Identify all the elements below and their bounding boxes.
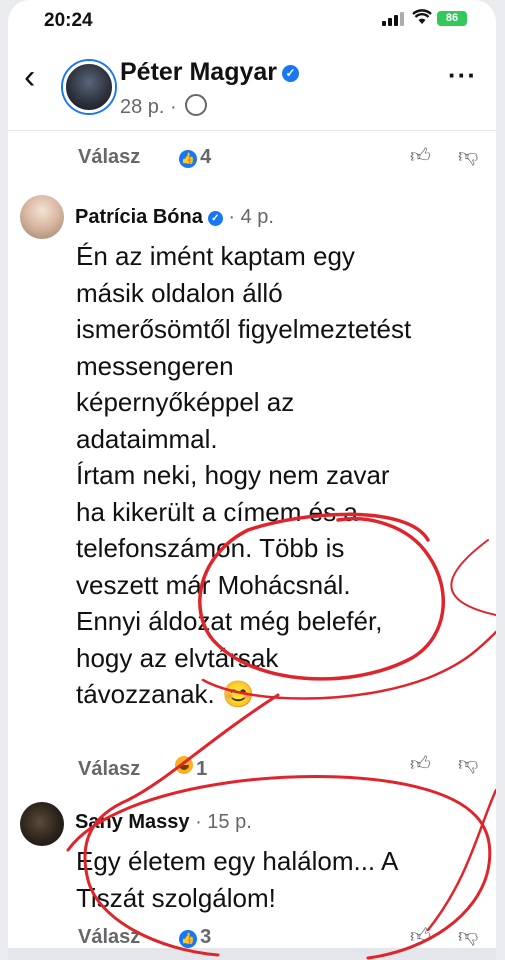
reply-button[interactable]: Válasz	[78, 926, 140, 948]
comment-line: Egy életem egy halálom... A	[76, 846, 399, 876]
comment-text: Én az imént kaptam egy másik oldalon áll…	[76, 238, 411, 713]
bottom-bar	[8, 948, 496, 960]
verified-badge-icon: ✓	[282, 65, 300, 82]
dislike-icon[interactable]: 👎︎	[458, 752, 478, 776]
comment-time: · 15 p.	[195, 811, 252, 833]
dislike-icon[interactable]: 👎︎	[458, 144, 478, 168]
comment-author[interactable]: Patrícia Bóna ✓ · 4 p.	[75, 206, 274, 229]
comment-line: Írtam neki, hogy nem zavar	[76, 460, 390, 490]
status-time: 20:24	[44, 10, 93, 31]
signal-icon	[382, 12, 404, 26]
avatar[interactable]	[20, 195, 64, 239]
comment-line: messengeren	[76, 350, 234, 381]
divider	[8, 130, 496, 131]
like-reaction-icon: 👍	[179, 150, 198, 168]
comment-line: adataimmal.	[76, 423, 218, 454]
verified-badge-icon: ✓	[207, 211, 223, 226]
comment-line: telefonszámon. Több is	[76, 533, 345, 563]
post-meta: 28 p. ·	[120, 94, 208, 119]
globe-icon	[185, 94, 208, 116]
post-header: ‹ Péter Magyar ✓ 28 p. · ···	[8, 50, 496, 128]
comment-line: ha kikerült a címem és a	[76, 496, 358, 527]
wifi-icon	[412, 9, 432, 24]
like-reaction-icon: 👍	[179, 930, 198, 948]
like-icon[interactable]: 👍︎	[410, 144, 431, 168]
comment-line: Ennyi áldozat még belefér,	[76, 606, 383, 636]
comment-time: · 4 p.	[228, 206, 274, 228]
haha-reaction-icon	[175, 756, 194, 774]
reply-button[interactable]: Válasz	[78, 146, 140, 168]
comment-line: veszett már Mohácsnál.	[76, 569, 351, 600]
comment-line: távozzanak. 😊	[76, 679, 255, 709]
comment-line: másik oldalon álló	[76, 277, 283, 308]
like-icon[interactable]: 👍︎	[410, 752, 431, 776]
comment-line: Tiszát szolgálom!	[76, 882, 276, 913]
reaction-count[interactable]: 3	[200, 926, 211, 948]
phone-screen: 20:24 86 ‹ Péter Magyar ✓ 28 p. · ··· Vál…	[8, 0, 496, 960]
comment-author[interactable]: Sany Massy · 15 p.	[75, 811, 252, 834]
comment-text: Egy életem egy halálom... A Tiszát szolg…	[76, 843, 398, 916]
back-arrow-icon[interactable]: ‹	[24, 60, 35, 94]
like-icon[interactable]: 👍︎	[410, 924, 431, 948]
reaction-count[interactable]: 1	[196, 758, 207, 780]
comment-author-name: Sany Massy	[75, 811, 190, 833]
comment-line: hogy az elvtársak	[76, 642, 279, 673]
comment-line: ismerősömtől figyelmeztetést	[76, 314, 412, 344]
avatar[interactable]	[63, 61, 115, 113]
dislike-icon[interactable]: 👎︎	[458, 924, 478, 948]
post-time: 28 p. ·	[120, 96, 177, 118]
status-bar: 20:24 86	[8, 0, 496, 44]
page-title[interactable]: Péter Magyar ✓	[120, 58, 300, 87]
comment-line: Én az imént kaptam egy	[76, 241, 355, 271]
comment-author-name: Patrícia Bóna	[75, 206, 203, 228]
more-options-icon[interactable]: ···	[448, 60, 477, 91]
reaction-count[interactable]: 4	[200, 146, 211, 168]
avatar[interactable]	[20, 802, 64, 846]
reply-button[interactable]: Válasz	[78, 758, 140, 780]
comment-line: képernyőképpel az	[76, 387, 295, 417]
battery-icon: 86	[437, 11, 467, 26]
author-name: Péter Magyar	[120, 58, 278, 86]
